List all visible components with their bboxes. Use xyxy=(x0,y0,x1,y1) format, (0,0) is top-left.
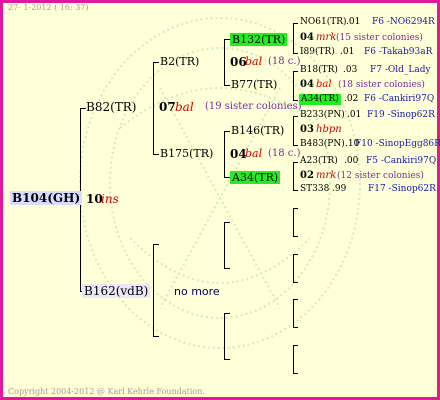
g4-a-year: .01 xyxy=(347,110,362,120)
g4-colonies: (15 sister colonies) xyxy=(336,33,423,43)
g4-b-year: .99 xyxy=(332,184,347,194)
g4-b-link[interactable]: F6 -Cankiri97Q xyxy=(364,95,434,104)
copyright: Copyright 2004-2012 @ Karl Kehrle Founda… xyxy=(8,387,205,396)
connector xyxy=(293,71,294,100)
connector xyxy=(293,299,298,300)
g4-a-name[interactable]: B233(PN) xyxy=(300,111,345,120)
gf1-colonies: (18 c.) xyxy=(268,56,301,67)
queen-father[interactable]: B82(TR) xyxy=(86,101,137,113)
g4-b-name[interactable]: B483(PN) xyxy=(300,140,345,149)
connector xyxy=(224,131,230,132)
connector xyxy=(153,336,159,337)
connector xyxy=(293,208,294,236)
connector xyxy=(224,268,230,269)
connector xyxy=(293,282,298,283)
connector xyxy=(224,359,230,360)
connector xyxy=(293,327,298,328)
queen-mother[interactable]: B162(vdB) xyxy=(82,284,151,298)
g4-tag: mrk xyxy=(316,32,337,43)
connector xyxy=(224,131,225,177)
queen-ggf2[interactable]: B146(TR) xyxy=(231,125,284,136)
g4-a-year: .00 xyxy=(344,156,359,166)
g4-b-link[interactable]: F6 -Takab93aR xyxy=(364,48,432,57)
connector xyxy=(153,62,154,154)
g4-a-link[interactable]: F19 -Sinop62R xyxy=(367,111,435,120)
connector xyxy=(224,313,230,314)
print-date: 27- 1-2012 ( 16: 37) xyxy=(8,3,89,12)
connector xyxy=(293,145,298,146)
connector xyxy=(153,244,159,245)
connector xyxy=(293,208,298,209)
father-colonies: (19 sister colonies) xyxy=(205,101,302,112)
connector xyxy=(293,345,294,373)
connector xyxy=(293,71,298,72)
g4-a-name[interactable]: A23(TR) xyxy=(300,157,338,166)
g4-b-name[interactable]: ST338 xyxy=(300,185,329,194)
g4-tag: bal xyxy=(316,79,332,90)
gf2-colonies: (18 c.) xyxy=(268,148,301,159)
g4-a-link[interactable]: F5 -Cankiri97Q xyxy=(366,157,436,166)
g4-a-year: .01 xyxy=(346,17,361,27)
no-more-label: no more xyxy=(174,285,220,298)
g4-b-link[interactable]: F10 -SinopEgg86R xyxy=(355,140,440,149)
connector xyxy=(224,313,225,359)
g4-tag: hbpn xyxy=(316,124,342,135)
connector xyxy=(224,222,230,223)
connector xyxy=(293,23,294,53)
father-generation: 07 xyxy=(159,100,176,114)
queen-ggm1[interactable]: B77(TR) xyxy=(231,79,277,90)
g4-a-link[interactable]: F7 -Old_Lady xyxy=(370,66,431,75)
g4-generation: 02 xyxy=(300,170,314,181)
connector xyxy=(293,373,298,374)
g4-b-year: .01 xyxy=(340,47,355,57)
connector xyxy=(153,154,159,155)
queen-ggf1[interactable]: B132(TR) xyxy=(230,33,288,46)
g4-a-year: .03 xyxy=(343,65,358,75)
connector xyxy=(224,85,230,86)
g4-colonies: (12 sister colonies) xyxy=(337,171,424,181)
connector xyxy=(224,222,225,268)
g4-b-year: .02 xyxy=(344,94,359,104)
connector xyxy=(293,254,294,282)
g4-colonies: (18 sister colonies) xyxy=(338,80,425,90)
queen-root[interactable]: B104(GH) xyxy=(10,191,83,205)
g4-b-link[interactable]: F17 -Sinop62R xyxy=(368,185,436,194)
connector xyxy=(293,162,294,190)
g4-b-name[interactable]: I89(TR) xyxy=(300,48,335,57)
father-tag: bal xyxy=(175,100,194,114)
connector xyxy=(293,299,294,327)
connector xyxy=(293,116,294,145)
connector xyxy=(293,254,298,255)
connector xyxy=(224,39,225,85)
gf2-tag: bal xyxy=(245,147,263,160)
connector xyxy=(293,345,298,346)
connector xyxy=(293,53,298,54)
connector xyxy=(293,162,298,163)
connector xyxy=(293,236,298,237)
connector xyxy=(153,244,154,336)
g4-generation: 04 xyxy=(300,79,314,90)
g4-generation: 04 xyxy=(300,32,314,43)
g4-tag: mrk xyxy=(316,170,337,181)
queen-gf2[interactable]: B175(TR) xyxy=(160,148,213,159)
connector xyxy=(293,116,298,117)
g4-b-name[interactable]: A34(TR) xyxy=(299,94,341,105)
connector xyxy=(293,23,298,24)
g4-generation: 03 xyxy=(300,124,314,135)
g4-a-name[interactable]: B18(TR) xyxy=(300,66,338,75)
connector xyxy=(293,190,298,191)
g4-a-link[interactable]: F6 -NO6294R xyxy=(372,18,435,27)
g4-a-name[interactable]: NO61(TR) xyxy=(300,18,347,27)
root-tag: ins xyxy=(101,192,119,206)
queen-ggm2[interactable]: A34(TR) xyxy=(230,171,281,184)
gf1-tag: bal xyxy=(245,55,263,68)
queen-gf1[interactable]: B2(TR) xyxy=(160,56,199,67)
connector xyxy=(153,62,159,63)
